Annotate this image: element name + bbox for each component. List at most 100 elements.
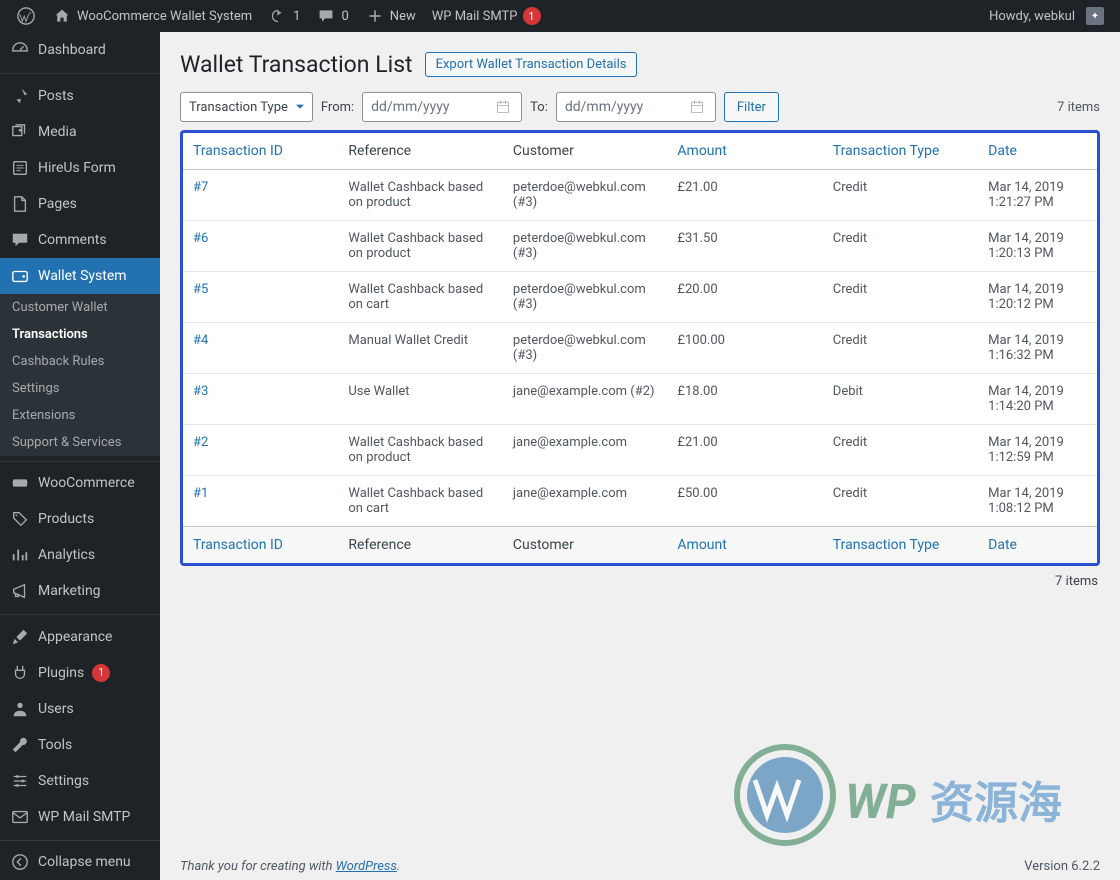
- col-id-foot[interactable]: Transaction ID: [183, 527, 338, 564]
- submenu-customer-wallet[interactable]: Customer Wallet: [0, 294, 160, 321]
- table-row: #1Wallet Cashback based on cartjane@exam…: [183, 476, 1097, 527]
- sidebar-item-label: Posts: [38, 88, 74, 104]
- txn-id-link[interactable]: #5: [193, 282, 208, 297]
- submenu-extensions[interactable]: Extensions: [0, 402, 160, 429]
- table-row: #2Wallet Cashback based on productjane@e…: [183, 425, 1097, 476]
- col-id[interactable]: Transaction ID: [183, 133, 338, 170]
- sidebar-item-media[interactable]: Media: [0, 114, 160, 150]
- collapse-icon: [10, 852, 30, 872]
- avatar: ✦: [1086, 7, 1104, 25]
- footer-wp-link[interactable]: WordPress: [336, 859, 397, 874]
- sidebar-item-label: Analytics: [38, 547, 95, 563]
- from-date-input[interactable]: dd/mm/yyyy: [362, 92, 522, 122]
- export-button[interactable]: Export Wallet Transaction Details: [425, 52, 638, 77]
- filter-button[interactable]: Filter: [724, 92, 779, 122]
- col-date-foot[interactable]: Date: [978, 527, 1097, 564]
- sidebar-item-hireus[interactable]: HireUs Form: [0, 150, 160, 186]
- smtp-link[interactable]: WP Mail SMTP1: [424, 0, 549, 32]
- comment-icon: [10, 230, 30, 250]
- txn-id-link[interactable]: #1: [193, 486, 208, 501]
- cell-amt: £20.00: [667, 272, 822, 323]
- home-icon: [52, 6, 72, 26]
- site-home[interactable]: WooCommerce Wallet System: [44, 0, 260, 32]
- sidebar-item-products[interactable]: Products: [0, 501, 160, 537]
- wordpress-icon: [16, 6, 36, 26]
- txn-id-link[interactable]: #6: [193, 231, 208, 246]
- cell-cust: peterdoe@webkul.com (#3): [503, 272, 668, 323]
- page-title: Wallet Transaction List: [180, 51, 413, 78]
- submenu-transactions[interactable]: Transactions: [0, 321, 160, 348]
- sidebar-item-woocommerce[interactable]: WooCommerce: [0, 465, 160, 501]
- user-icon: [10, 699, 30, 719]
- txn-id-link[interactable]: #3: [193, 384, 208, 399]
- calendar-icon: [493, 97, 513, 117]
- from-label: From:: [321, 100, 354, 115]
- updates-link[interactable]: 1: [260, 0, 308, 32]
- cell-ref: Wallet Cashback based on product: [338, 425, 503, 476]
- cell-type: Credit: [823, 323, 978, 374]
- admin-sidebar: Dashboard Posts Media HireUs Form Pages …: [0, 32, 160, 880]
- sidebar-item-plugins[interactable]: Plugins 1: [0, 655, 160, 691]
- sidebar-item-analytics[interactable]: Analytics: [0, 537, 160, 573]
- sidebar-item-settings[interactable]: Settings: [0, 763, 160, 799]
- table-row: #7Wallet Cashback based on productpeterd…: [183, 170, 1097, 221]
- cell-cust: peterdoe@webkul.com (#3): [503, 323, 668, 374]
- sidebar-item-appearance[interactable]: Appearance: [0, 619, 160, 655]
- table-row: #5 Wallet Cashback based on cartpeterdoe@…: [183, 272, 1097, 323]
- comments-count: 0: [341, 9, 348, 24]
- sidebar-item-label: Settings: [38, 773, 89, 789]
- sidebar-item-pages[interactable]: Pages: [0, 186, 160, 222]
- sidebar-item-label: WooCommerce: [38, 475, 135, 491]
- cell-type: Debit: [823, 374, 978, 425]
- transaction-type-select[interactable]: Transaction Type: [180, 92, 313, 122]
- account-link[interactable]: Howdy, webkul✦: [981, 0, 1112, 32]
- wrench-icon: [10, 735, 30, 755]
- sidebar-item-users[interactable]: Users: [0, 691, 160, 727]
- main-content: Wallet Transaction List Export Wallet Tr…: [160, 32, 1120, 880]
- footer-thanks: Thank you for creating with: [180, 859, 336, 874]
- col-amt[interactable]: Amount: [667, 133, 822, 170]
- cell-ref: Wallet Cashback based on cart: [338, 272, 503, 323]
- sidebar-item-wallet[interactable]: Wallet System: [0, 258, 160, 294]
- submenu-support[interactable]: Support & Services: [0, 429, 160, 456]
- smtp-label: WP Mail SMTP: [432, 9, 518, 24]
- submenu-settings[interactable]: Settings: [0, 375, 160, 402]
- col-cust: Customer: [503, 133, 668, 170]
- txn-id-link[interactable]: #2: [193, 435, 208, 450]
- wallet-submenu: Customer Wallet Transactions Cashback Ru…: [0, 294, 160, 456]
- site-name: WooCommerce Wallet System: [77, 9, 252, 24]
- cell-type: Credit: [823, 221, 978, 272]
- col-type[interactable]: Transaction Type: [823, 133, 978, 170]
- comments-link[interactable]: 0: [308, 0, 356, 32]
- to-label: To:: [530, 100, 548, 115]
- comment-icon: [316, 6, 336, 26]
- collapse-menu[interactable]: Collapse menu: [0, 844, 160, 880]
- cell-amt: £21.00: [667, 425, 822, 476]
- sidebar-item-dashboard[interactable]: Dashboard: [0, 32, 160, 68]
- dashboard-icon: [10, 40, 30, 60]
- col-date[interactable]: Date: [978, 133, 1097, 170]
- to-date-input[interactable]: dd/mm/yyyy: [556, 92, 716, 122]
- sidebar-item-comments[interactable]: Comments: [0, 222, 160, 258]
- cell-type: Credit: [823, 170, 978, 221]
- sidebar-item-marketing[interactable]: Marketing: [0, 573, 160, 609]
- sidebar-item-tools[interactable]: Tools: [0, 727, 160, 763]
- col-amt-foot[interactable]: Amount: [667, 527, 822, 564]
- footer-version: Version 6.2.2: [1024, 859, 1100, 874]
- sidebar-item-posts[interactable]: Posts: [0, 78, 160, 114]
- txn-id-link[interactable]: #7: [193, 180, 208, 195]
- new-link[interactable]: New: [357, 0, 424, 32]
- txn-id-link[interactable]: #4: [193, 333, 208, 348]
- items-count: 7 items: [1057, 100, 1100, 115]
- sidebar-item-label: Collapse menu: [38, 854, 131, 870]
- sidebar-item-label: Tools: [38, 737, 72, 753]
- col-type-foot[interactable]: Transaction Type: [823, 527, 978, 564]
- wp-logo[interactable]: [8, 0, 44, 32]
- wallet-icon: [10, 266, 30, 286]
- cell-type: Credit: [823, 272, 978, 323]
- sidebar-item-label: Users: [38, 701, 74, 717]
- submenu-cashback-rules[interactable]: Cashback Rules: [0, 348, 160, 375]
- sidebar-item-smtp[interactable]: WP Mail SMTP: [0, 799, 160, 835]
- sidebar-item-label: Wallet System: [38, 268, 127, 284]
- analytics-icon: [10, 545, 30, 565]
